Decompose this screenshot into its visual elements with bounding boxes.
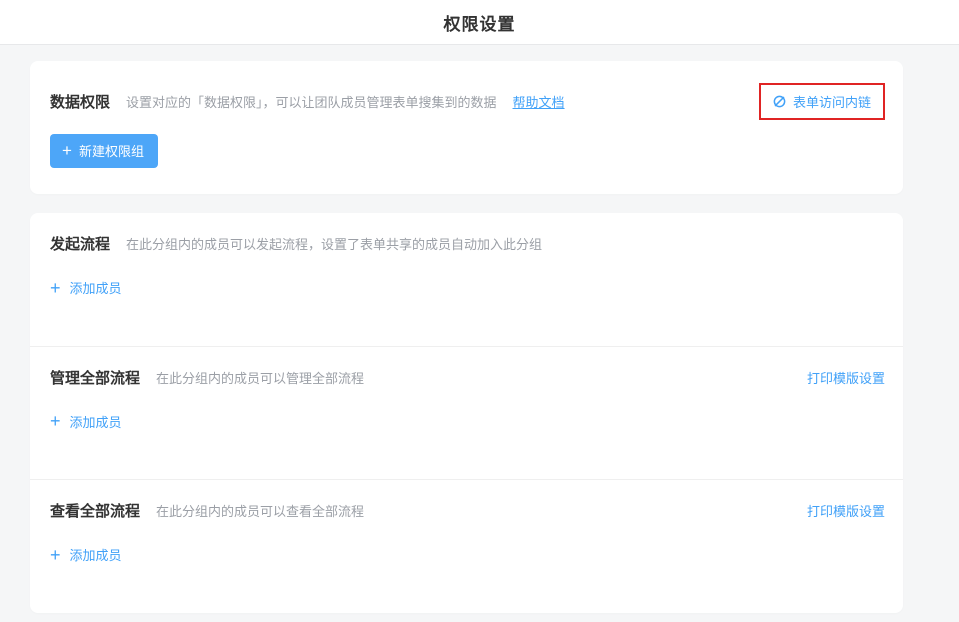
add-member-button[interactable]: + 添加成员 xyxy=(50,412,122,431)
new-permission-group-button[interactable]: + 新建权限组 xyxy=(50,134,158,168)
section-description: 在此分组内的成员可以查看全部流程 xyxy=(156,501,364,520)
plus-icon: + xyxy=(50,414,61,428)
plus-icon: + xyxy=(62,144,72,158)
plus-icon: + xyxy=(50,281,61,295)
section-title: 查看全部流程 xyxy=(50,500,140,521)
section-view-all-process: 查看全部流程 在此分组内的成员可以查看全部流程 打印模版设置 + 添加成员 xyxy=(30,479,903,613)
help-doc-link[interactable]: 帮助文档 xyxy=(513,92,565,111)
section-header: 管理全部流程 在此分组内的成员可以管理全部流程 打印模版设置 xyxy=(50,367,885,388)
new-permission-group-label: 新建权限组 xyxy=(79,141,144,160)
section-header: 发起流程 在此分组内的成员可以发起流程，设置了表单共享的成员自动加入此分组 xyxy=(50,233,885,254)
data-permission-header: 数据权限 设置对应的「数据权限」，可以让团队成员管理表单搜集到的数据 帮助文档 … xyxy=(50,89,885,114)
form-access-link-label: 表单访问内链 xyxy=(793,92,871,111)
process-permission-card: 发起流程 在此分组内的成员可以发起流程，设置了表单共享的成员自动加入此分组 + … xyxy=(30,213,903,613)
add-member-button[interactable]: + 添加成员 xyxy=(50,278,122,297)
add-member-button[interactable]: + 添加成员 xyxy=(50,545,122,564)
section-start-process: 发起流程 在此分组内的成员可以发起流程，设置了表单共享的成员自动加入此分组 + … xyxy=(30,213,903,346)
section-header: 查看全部流程 在此分组内的成员可以查看全部流程 打印模版设置 xyxy=(50,500,885,521)
section-manage-all-process: 管理全部流程 在此分组内的成员可以管理全部流程 打印模版设置 + 添加成员 xyxy=(30,346,903,480)
add-member-label: 添加成员 xyxy=(70,545,122,564)
button-row: + 新建权限组 xyxy=(50,134,885,168)
section-description: 在此分组内的成员可以发起流程，设置了表单共享的成员自动加入此分组 xyxy=(126,234,542,253)
top-bar: 权限设置 xyxy=(0,0,959,45)
section-title: 发起流程 xyxy=(50,233,110,254)
section-title: 管理全部流程 xyxy=(50,367,140,388)
form-access-link-button[interactable]: 表单访问内链 xyxy=(759,83,885,120)
main-content: 数据权限 设置对应的「数据权限」，可以让团队成员管理表单搜集到的数据 帮助文档 … xyxy=(30,61,903,613)
data-permission-card: 数据权限 设置对应的「数据权限」，可以让团队成员管理表单搜集到的数据 帮助文档 … xyxy=(30,61,903,194)
print-template-settings-link[interactable]: 打印模版设置 xyxy=(807,501,885,520)
page-title: 权限设置 xyxy=(444,10,516,35)
add-member-label: 添加成员 xyxy=(70,278,122,297)
plus-icon: + xyxy=(50,548,61,562)
add-member-label: 添加成员 xyxy=(70,412,122,431)
link-icon xyxy=(772,94,787,109)
print-template-settings-link[interactable]: 打印模版设置 xyxy=(807,368,885,387)
data-permission-title: 数据权限 xyxy=(50,91,110,112)
section-description: 在此分组内的成员可以管理全部流程 xyxy=(156,368,364,387)
data-permission-description: 设置对应的「数据权限」，可以让团队成员管理表单搜集到的数据 xyxy=(126,92,497,111)
